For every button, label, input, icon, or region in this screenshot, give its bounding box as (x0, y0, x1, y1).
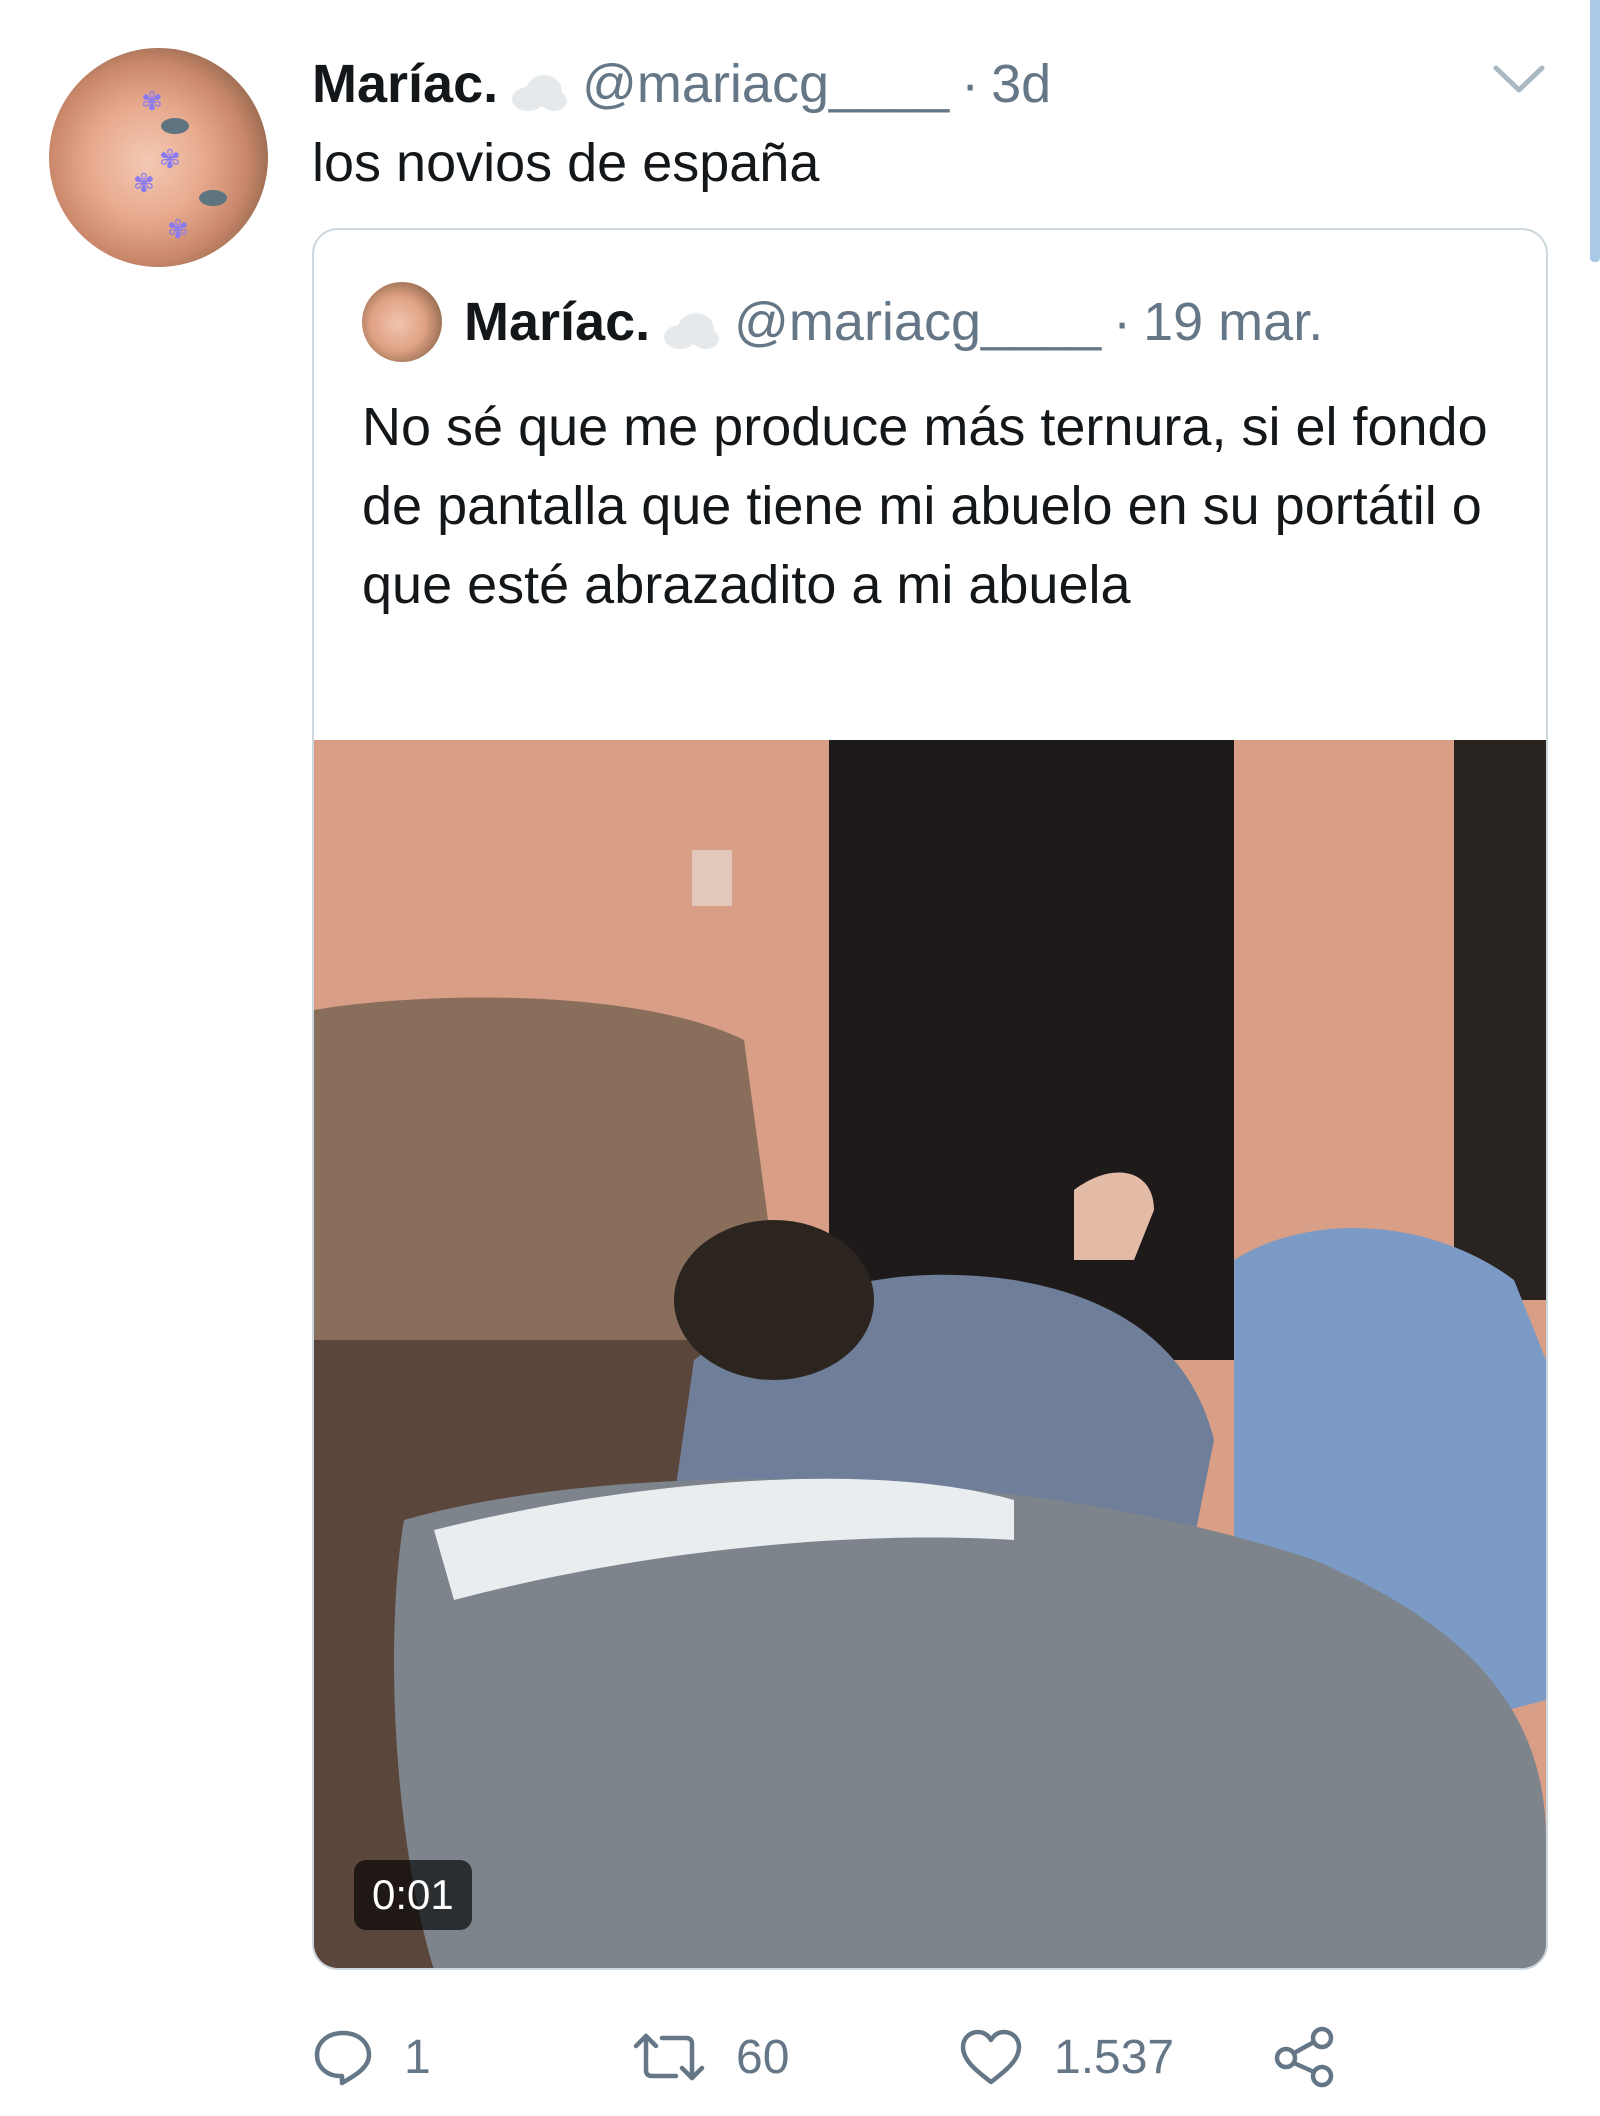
share-icon (1274, 2026, 1334, 2088)
like-count: 1.537 (1054, 2030, 1175, 2084)
video-frame (314, 740, 1546, 1968)
scrollbar[interactable] (1590, 0, 1600, 262)
avatar-eye (161, 118, 189, 134)
video-player[interactable]: 0:01 (314, 740, 1546, 1968)
author-name[interactable]: Maríac. (312, 53, 498, 115)
tweet-text: los novios de españa (312, 133, 820, 193)
reply-count: 1 (404, 2030, 431, 2084)
quoted-author-handle: @mariacg____ (734, 292, 1102, 352)
retweet-button[interactable]: 60 (632, 2022, 789, 2092)
chevron-down-icon[interactable] (1490, 58, 1548, 98)
retweet-icon (633, 2033, 705, 2081)
tweet-time[interactable]: 3d (991, 53, 1051, 115)
butterfly-sticker-icon: ✾ (133, 168, 155, 198)
heart-icon (960, 2029, 1022, 2085)
separator-dot: · (961, 54, 980, 114)
tweet-action-bar: 1 60 1.537 (312, 2022, 1412, 2092)
like-button[interactable]: 1.537 (958, 2022, 1174, 2092)
quoted-tweet-text: No sé que me produce más ternura, si el … (362, 397, 1488, 615)
separator-dot: · (1113, 292, 1132, 352)
author-handle[interactable]: @mariacg____ (582, 53, 949, 115)
butterfly-sticker-icon: ✾ (159, 144, 181, 174)
cloud-icon (506, 64, 570, 111)
tweet-header: Maríac. @mariacg____ · 3d (312, 52, 1051, 116)
quoted-tweet-time: 19 mar. (1143, 292, 1324, 352)
butterfly-sticker-icon: ✾ (167, 214, 189, 244)
avatar-eye (199, 190, 227, 206)
quoted-tweet-header: Maríac. @mariacg____ · 19 mar. (362, 282, 1323, 362)
video-duration-badge: 0:01 (354, 1860, 472, 1930)
retweet-count: 60 (736, 2030, 790, 2084)
butterfly-sticker-icon: ✾ (141, 86, 163, 116)
quoted-tweet-card[interactable]: Maríac. @mariacg____ · 19 mar. No sé que… (312, 228, 1548, 1970)
cloud-icon (658, 302, 722, 349)
reply-icon (314, 2030, 372, 2086)
author-avatar[interactable]: ✾ ✾ ✾ ✾ (49, 48, 268, 267)
quoted-author-name: Maríac. (464, 292, 651, 352)
reply-button[interactable]: 1 (312, 2022, 431, 2092)
share-button[interactable] (1272, 2022, 1368, 2092)
quoted-author-avatar (362, 282, 442, 362)
